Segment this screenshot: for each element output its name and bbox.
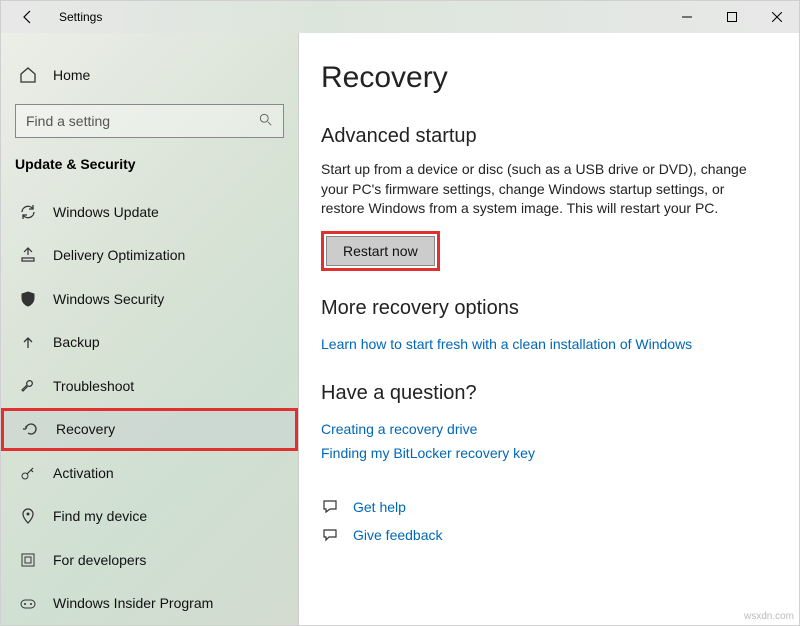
back-button[interactable] bbox=[9, 1, 47, 33]
close-button[interactable] bbox=[754, 1, 799, 33]
nav-label: Find my device bbox=[53, 508, 147, 524]
minimize-button[interactable] bbox=[664, 1, 709, 33]
question-heading: Have a question? bbox=[321, 382, 769, 405]
sidebar-item-troubleshoot[interactable]: Troubleshoot bbox=[1, 364, 298, 407]
sidebar-item-activation[interactable]: Activation bbox=[1, 451, 298, 494]
sidebar-item-find-my-device[interactable]: Find my device bbox=[1, 495, 298, 538]
window-title: Settings bbox=[59, 10, 102, 24]
sync-icon bbox=[19, 203, 37, 221]
backup-icon bbox=[19, 333, 37, 351]
advanced-startup-heading: Advanced startup bbox=[321, 125, 769, 148]
sidebar: Home Find a setting Update & Security Wi… bbox=[1, 33, 299, 625]
sidebar-item-delivery-optimization[interactable]: Delivery Optimization bbox=[1, 234, 298, 277]
give-feedback-link[interactable]: Give feedback bbox=[353, 527, 443, 543]
nav-label: Backup bbox=[53, 334, 100, 350]
sidebar-home-label: Home bbox=[53, 67, 90, 83]
delivery-icon bbox=[19, 246, 37, 264]
get-help-icon bbox=[321, 498, 339, 516]
sidebar-item-windows-security[interactable]: Windows Security bbox=[1, 277, 298, 320]
get-help-link[interactable]: Get help bbox=[353, 499, 406, 515]
sidebar-section-label: Update & Security bbox=[1, 152, 298, 190]
insider-icon bbox=[19, 594, 37, 612]
more-recovery-heading: More recovery options bbox=[321, 297, 769, 320]
search-input[interactable]: Find a setting bbox=[15, 104, 284, 138]
nav-label: Recovery bbox=[56, 421, 115, 437]
sidebar-item-windows-insider[interactable]: Windows Insider Program bbox=[1, 582, 298, 625]
watermark: wsxdn.com bbox=[744, 611, 794, 622]
recovery-drive-link[interactable]: Creating a recovery drive bbox=[321, 421, 477, 437]
sidebar-home[interactable]: Home bbox=[1, 53, 298, 96]
wrench-icon bbox=[19, 377, 37, 395]
page-title: Recovery bbox=[321, 61, 769, 95]
nav-label: Activation bbox=[53, 465, 114, 481]
restart-now-highlight: Restart now bbox=[321, 231, 440, 271]
recovery-icon bbox=[22, 420, 40, 438]
sidebar-item-for-developers[interactable]: For developers bbox=[1, 538, 298, 581]
developer-icon bbox=[19, 551, 37, 569]
nav-label: Windows Update bbox=[53, 204, 159, 220]
maximize-button[interactable] bbox=[709, 1, 754, 33]
bitlocker-key-link[interactable]: Finding my BitLocker recovery key bbox=[321, 445, 535, 461]
feedback-icon bbox=[321, 526, 339, 544]
nav-label: Delivery Optimization bbox=[53, 247, 185, 263]
restart-now-button[interactable]: Restart now bbox=[326, 236, 435, 266]
sidebar-item-backup[interactable]: Backup bbox=[1, 321, 298, 364]
search-icon bbox=[259, 113, 273, 130]
home-icon bbox=[19, 66, 37, 84]
location-icon bbox=[19, 507, 37, 525]
main-panel: Recovery Advanced startup Start up from … bbox=[299, 33, 799, 625]
clean-install-link[interactable]: Learn how to start fresh with a clean in… bbox=[321, 336, 692, 352]
sidebar-item-windows-update[interactable]: Windows Update bbox=[1, 190, 298, 233]
nav-label: For developers bbox=[53, 552, 146, 568]
nav-label: Windows Security bbox=[53, 291, 164, 307]
key-icon bbox=[19, 464, 37, 482]
advanced-startup-desc: Start up from a device or disc (such as … bbox=[321, 160, 769, 219]
shield-icon bbox=[19, 290, 37, 308]
sidebar-item-recovery[interactable]: Recovery bbox=[1, 408, 298, 452]
titlebar: Settings bbox=[1, 1, 799, 33]
nav-label: Windows Insider Program bbox=[53, 595, 213, 611]
search-placeholder: Find a setting bbox=[26, 113, 110, 129]
nav-label: Troubleshoot bbox=[53, 378, 134, 394]
